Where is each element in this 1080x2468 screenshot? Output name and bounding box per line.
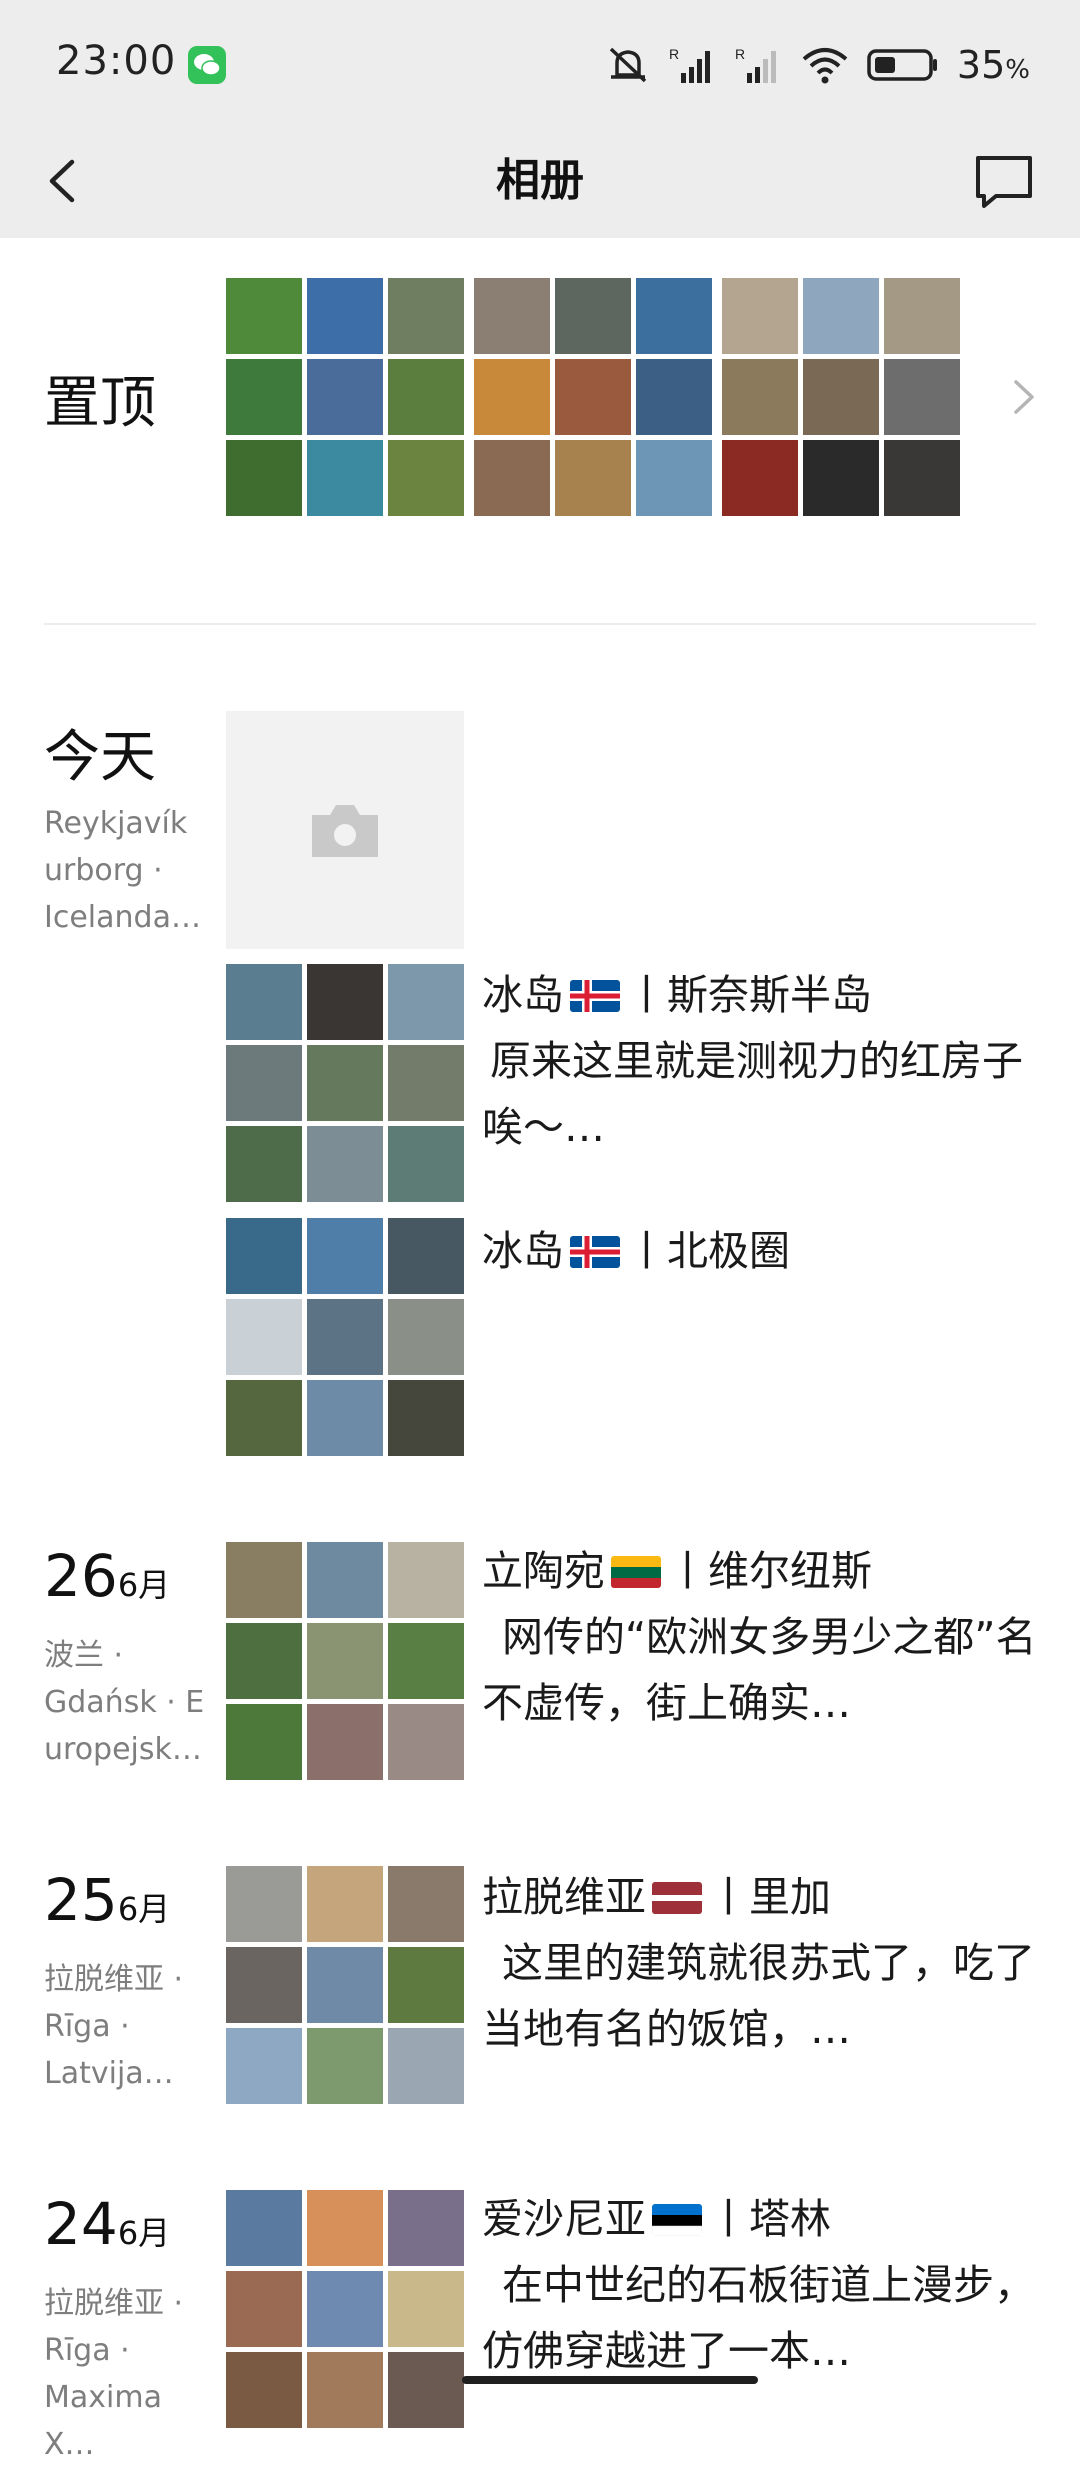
day-26: 266月	[44, 1542, 171, 1610]
top-bar: 23:00 R R 35% 相册	[0, 0, 1080, 238]
camera-icon	[312, 805, 378, 857]
album-thumbnail[interactable]	[226, 1866, 464, 2104]
status-time: 23:00	[56, 38, 177, 84]
pinned-album-1[interactable]	[226, 278, 464, 516]
message-icon[interactable]	[968, 144, 1040, 216]
add-photo-button[interactable]	[226, 711, 464, 949]
location-label: Reykjavík urborg · Icelanda…	[44, 806, 201, 935]
battery-icon	[867, 49, 937, 81]
wifi-icon	[802, 48, 848, 84]
signal-icon: R	[735, 46, 776, 83]
day-today: 今天	[44, 725, 156, 790]
entry-title: 爱沙尼亚 丨塔林	[482, 2195, 831, 2243]
entry-title: 立陶宛 丨维尔纽斯	[482, 1547, 872, 1595]
album-thumbnail[interactable]	[226, 2190, 464, 2428]
home-indicator[interactable]	[462, 2376, 758, 2384]
album-entry[interactable]: 冰岛 丨斯奈斯半岛 原来这里就是测视力的红房子唉～…	[482, 962, 1042, 1160]
mute-icon	[609, 47, 647, 83]
wechat-icon	[188, 46, 226, 84]
svg-text:R: R	[669, 46, 679, 62]
album-entry[interactable]: 冰岛 丨北极圈	[482, 1218, 1042, 1284]
album-entry[interactable]: 立陶宛 丨维尔纽斯 网传的“欧洲女多男少之都”名不虚传，街上确实…	[482, 1538, 1042, 1736]
svg-text:R: R	[735, 46, 745, 62]
signal-icon: R	[669, 46, 710, 83]
latvia-flag	[652, 1882, 702, 1914]
day-24: 246月	[44, 2190, 171, 2258]
header: 相册	[0, 130, 1080, 238]
section-divider	[44, 623, 1036, 625]
entry-title: 冰岛 丨斯奈斯半岛	[482, 971, 872, 1019]
pinned-label: 置顶	[44, 371, 156, 436]
battery-level: 35%	[956, 43, 1030, 87]
estonia-flag	[652, 2204, 702, 2236]
album-thumbnail[interactable]	[226, 1542, 464, 1780]
album-entry[interactable]: 拉脱维亚 丨里加 这里的建筑就很苏式了，吃了当地有名的饭馆，…	[482, 1864, 1042, 2062]
entry-body: 网传的“欧洲女多男少之都”名不虚传，街上确实…	[482, 1613, 1037, 1727]
album-entry[interactable]: 爱沙尼亚 丨塔林 在中世纪的石板街道上漫步，仿佛穿越进了一本…	[482, 2186, 1042, 2384]
status-bar: 23:00 R R 35%	[0, 0, 1080, 130]
entry-title: 拉脱维亚 丨里加	[482, 1873, 831, 1921]
pinned-album-2[interactable]	[474, 278, 712, 516]
location-label: 拉脱维亚 · Rīga · Maxima X…	[44, 2286, 184, 2462]
location-label: 波兰 · Gdańsk · E uropejsk…	[44, 1638, 205, 1767]
page-title: 相册	[496, 155, 584, 206]
album-thumbnail[interactable]	[226, 1218, 464, 1456]
album-thumbnail[interactable]	[226, 964, 464, 1202]
day-25: 256月	[44, 1866, 171, 1934]
iceland-flag	[570, 1236, 620, 1268]
entry-body: 在中世纪的石板街道上漫步，仿佛穿越进了一本…	[482, 2261, 1035, 2375]
chevron-right-icon[interactable]	[1004, 372, 1044, 422]
entry-body: 原来这里就是测视力的红房子唉～…	[482, 1037, 1023, 1151]
status-icons: R R 35%	[605, 40, 1030, 90]
pinned-album-3[interactable]	[722, 278, 960, 516]
lithuania-flag	[611, 1556, 661, 1588]
iceland-flag	[570, 980, 620, 1012]
location-label: 拉脱维亚 · Rīga · Latvija…	[44, 1962, 184, 2091]
entry-title: 冰岛 丨北极圈	[482, 1227, 790, 1275]
entry-body: 这里的建筑就很苏式了，吃了当地有名的饭馆，…	[482, 1939, 1035, 2053]
